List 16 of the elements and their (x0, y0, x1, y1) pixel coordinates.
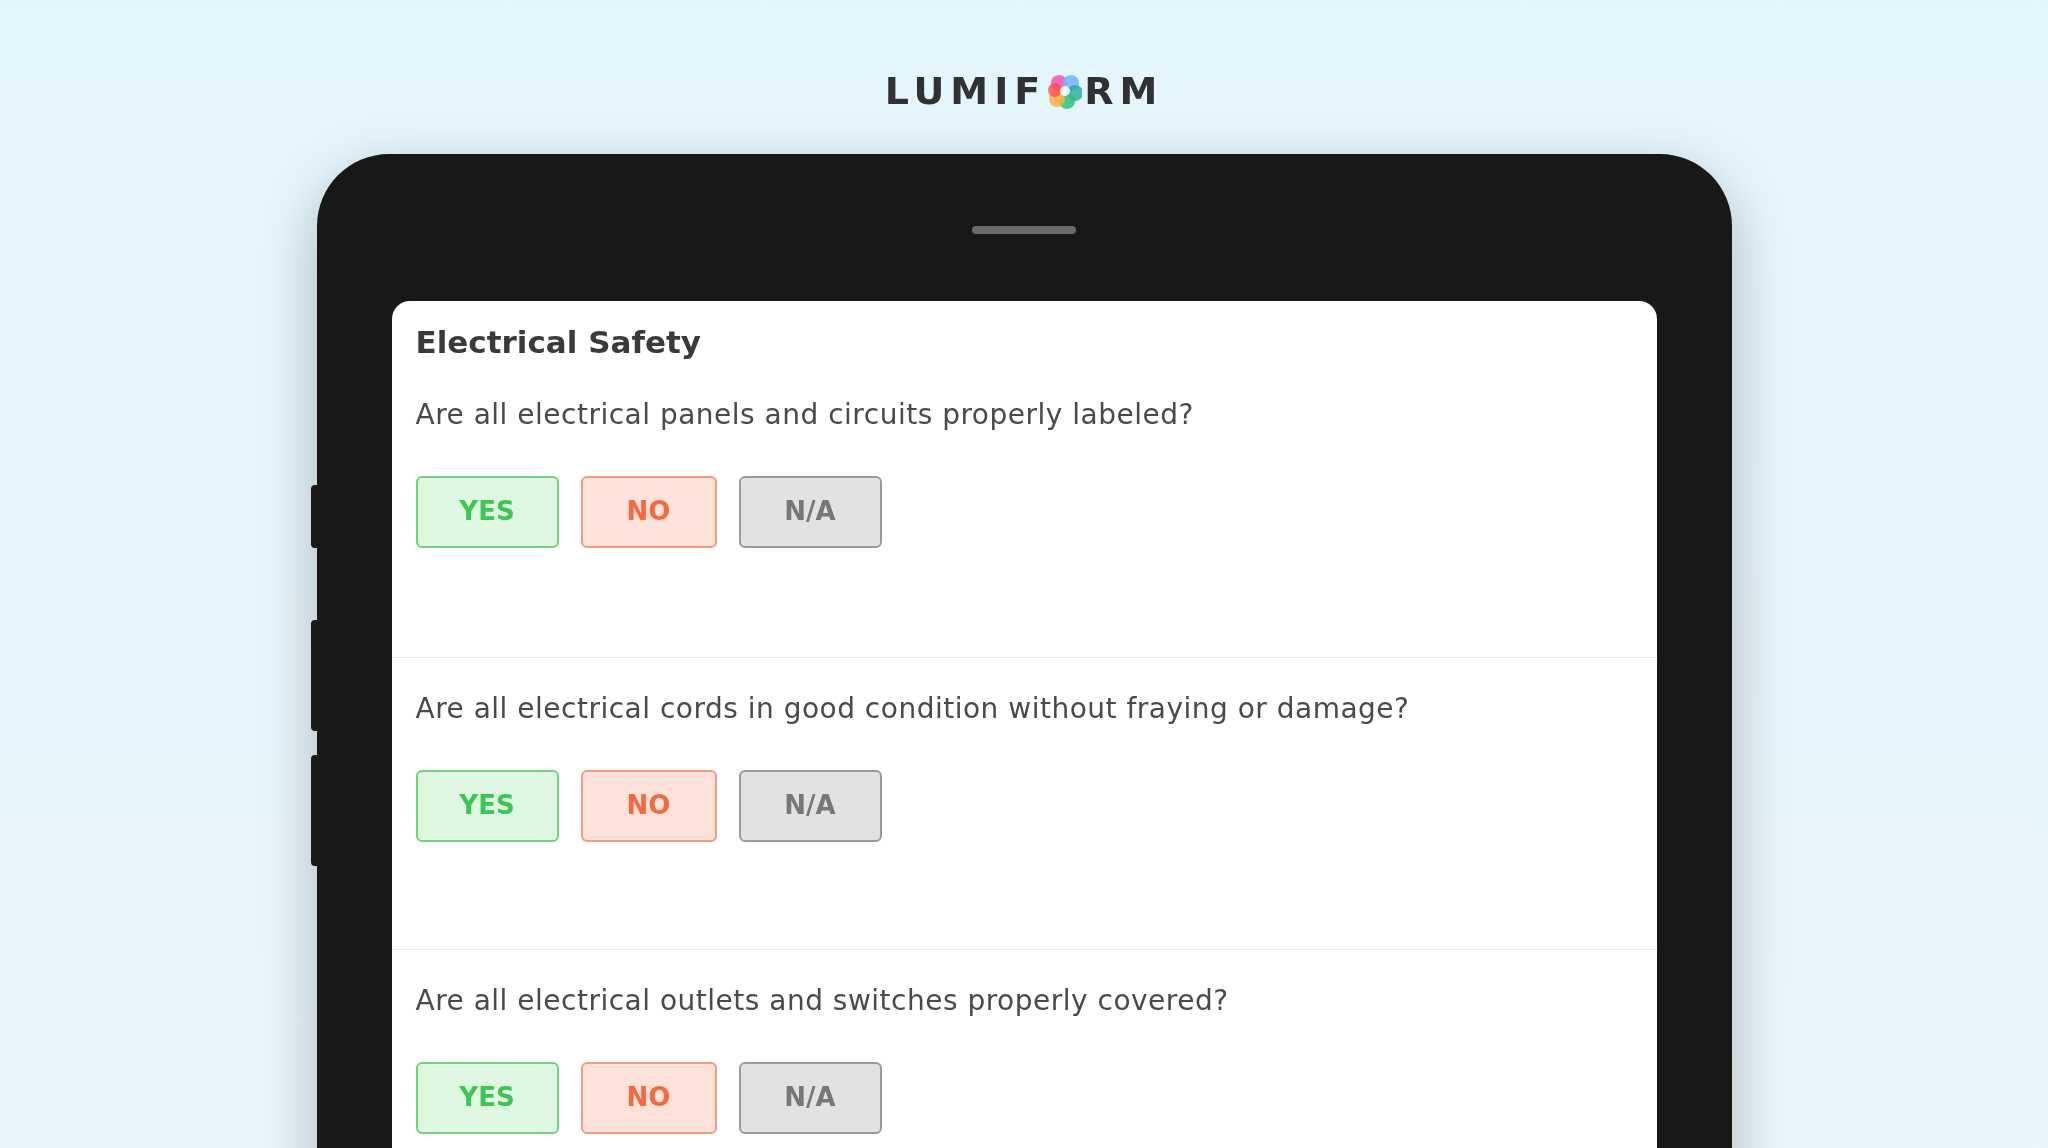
answer-button[interactable]: YES (415, 769, 559, 842)
answer-button[interactable]: N/A (738, 475, 882, 548)
question-text: Are all electrical outlets and switches properly covered? (415, 982, 1230, 1019)
section-title: Electrical Safety (415, 323, 702, 362)
answer-button[interactable]: YES (415, 1061, 559, 1134)
answer-button[interactable]: NO (580, 1061, 717, 1134)
answer-button[interactable]: NO (580, 769, 717, 842)
logo-flower-icon (1048, 73, 1083, 109)
logo-text: RM (1084, 72, 1164, 110)
question-text: Are all electrical panels and circuits properly labeled? (415, 396, 1195, 433)
answer-button[interactable]: N/A (738, 769, 882, 842)
answer-button[interactable]: YES (415, 475, 559, 548)
logo-text: LUMIF (884, 72, 1047, 110)
answer-button[interactable]: NO (580, 475, 717, 548)
question-text: Are all electrical cords in good condition without fraying or damage? (415, 690, 1411, 727)
answer-button[interactable]: N/A (738, 1061, 882, 1134)
